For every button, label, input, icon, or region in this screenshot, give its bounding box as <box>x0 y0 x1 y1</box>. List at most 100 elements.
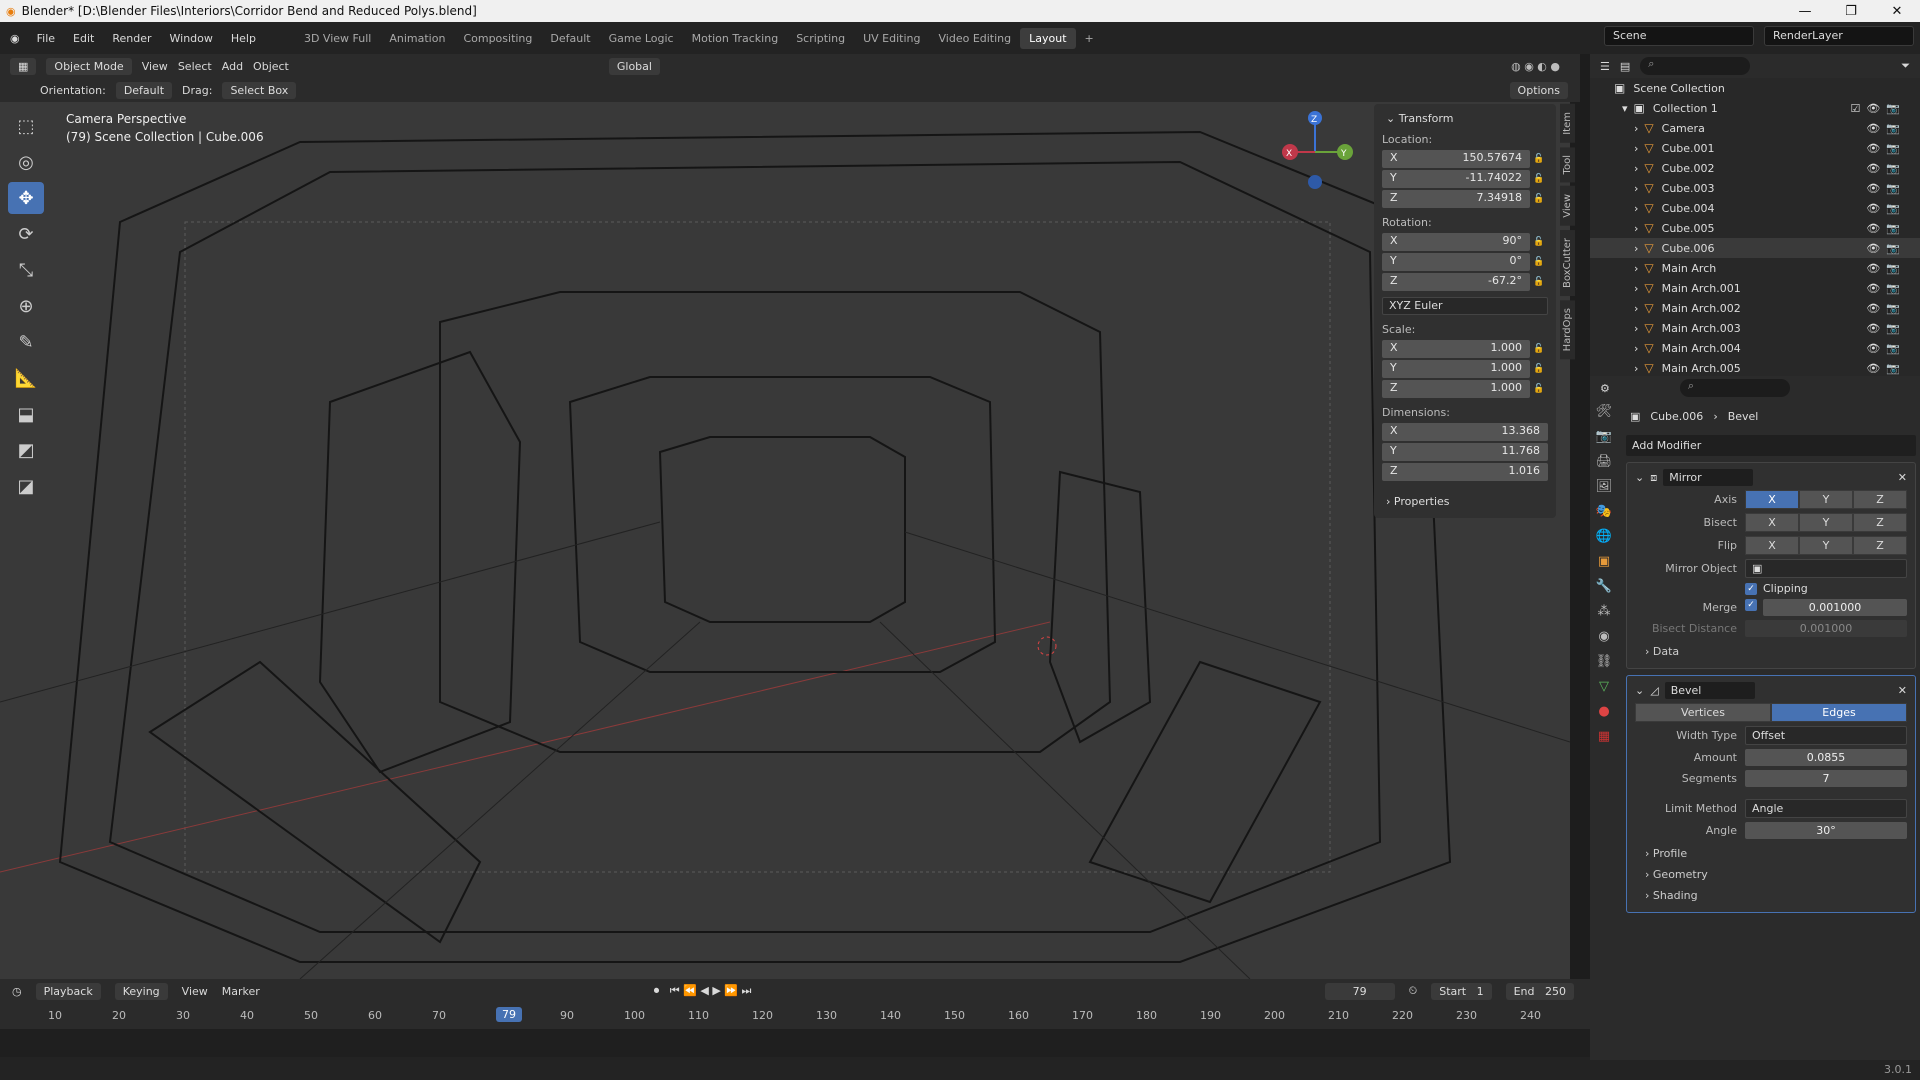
visibility-icons[interactable]: 👁📷 <box>1866 282 1906 295</box>
outliner-item[interactable]: › ▽ Main Arch.004 👁📷 <box>1590 338 1920 358</box>
collapse-arrow-icon[interactable]: ⌄ <box>1635 471 1644 484</box>
width-type-dropdown[interactable]: Offset <box>1745 726 1907 745</box>
flip-x-toggle[interactable]: X <box>1745 536 1799 555</box>
clipping-checkbox[interactable]: ✓ <box>1745 582 1757 595</box>
merge-field[interactable]: 0.001000 <box>1763 599 1907 616</box>
expand-arrow-icon[interactable]: › <box>1634 222 1638 235</box>
scale-y-field[interactable]: Y 1.000 <box>1382 360 1530 378</box>
close-icon[interactable]: ✕ <box>1898 471 1907 484</box>
editor-type-icon[interactable]: ▦ <box>10 57 37 75</box>
visibility-icons[interactable]: 👁📷 <box>1866 242 1906 255</box>
render-tab-icon[interactable]: 📷 <box>1596 429 1612 444</box>
scale-x-field[interactable]: X 1.000 <box>1382 340 1530 358</box>
close-window-button[interactable]: ✕ <box>1874 4 1920 19</box>
transform-header[interactable]: ⌄ Transform <box>1386 112 1548 125</box>
lock-icon[interactable]: 🔓 <box>1530 344 1548 354</box>
drag-dropdown[interactable]: Select Box <box>222 81 297 99</box>
expand-arrow-icon[interactable]: › <box>1634 282 1638 295</box>
scene-collection-row[interactable]: ▣ Scene Collection <box>1590 78 1920 98</box>
menu-select[interactable]: Select <box>178 60 212 73</box>
expand-arrow-icon[interactable]: › <box>1634 322 1638 335</box>
location-x-field[interactable]: X 150.57674 <box>1382 150 1530 168</box>
transform-orientation-dropdown[interactable]: Global <box>608 57 660 75</box>
close-icon[interactable]: ✕ <box>1898 684 1907 697</box>
visibility-icons[interactable]: 👁📷 <box>1866 222 1906 235</box>
scene-field[interactable]: Scene <box>1604 26 1754 46</box>
rotate-tool-icon[interactable]: ⟳ <box>8 218 44 250</box>
playback-menu[interactable]: Playback <box>35 982 101 1000</box>
bisect-y-toggle[interactable]: Y <box>1799 513 1853 532</box>
axis-z-toggle[interactable]: Z <box>1853 490 1907 509</box>
move-tool-icon[interactable]: ✥ <box>8 182 44 214</box>
mirror-name-field[interactable]: Mirror <box>1663 469 1754 486</box>
expand-arrow-icon[interactable]: › <box>1634 122 1638 135</box>
geometry-subpanel[interactable]: › Geometry <box>1635 864 1907 885</box>
outliner-item[interactable]: › ▽ Cube.005 👁📷 <box>1590 218 1920 238</box>
lock-icon[interactable]: 🔓 <box>1530 277 1548 287</box>
location-z-field[interactable]: Z 7.34918 <box>1382 190 1530 208</box>
properties-header[interactable]: › Properties <box>1386 495 1548 508</box>
limit-method-dropdown[interactable]: Angle <box>1745 799 1907 818</box>
tab-uv-editing[interactable]: UV Editing <box>854 28 929 49</box>
keying-menu[interactable]: Keying <box>114 982 168 1000</box>
visibility-icons[interactable]: 👁📷 <box>1866 262 1906 275</box>
vertices-toggle[interactable]: Vertices <box>1635 703 1771 722</box>
visibility-icons[interactable]: 👁📷 <box>1866 122 1906 135</box>
view-layer-tab-icon[interactable]: 🖼 <box>1596 479 1613 494</box>
blender-menu-icon[interactable]: ◉ <box>10 32 20 45</box>
visibility-icons[interactable]: 👁📷 <box>1866 362 1906 375</box>
hardops-tool-icon[interactable]: ◪ <box>8 470 44 502</box>
tab-game-logic[interactable]: Game Logic <box>600 28 683 49</box>
minimize-button[interactable]: — <box>1782 4 1828 19</box>
playback-controls[interactable]: ⏺ ⏮ ⏪ ◀ ▶ ⏩ ⏭ <box>654 984 752 998</box>
expand-arrow-icon[interactable]: › <box>1634 182 1638 195</box>
lock-icon[interactable]: 🔓 <box>1530 154 1548 164</box>
maximize-button[interactable]: ❐ <box>1828 4 1874 19</box>
modifier-tab-icon[interactable]: 🔧 <box>1596 579 1612 594</box>
boxcutter-tool-icon[interactable]: ◩ <box>8 434 44 466</box>
tab-video-editing[interactable]: Video Editing <box>930 28 1021 49</box>
timeline-editor-icon[interactable]: ◷ <box>12 985 22 998</box>
transform-tool-icon[interactable]: ⊕ <box>8 290 44 322</box>
current-frame-field[interactable]: 79 <box>1324 982 1395 1000</box>
flip-y-toggle[interactable]: Y <box>1799 536 1853 555</box>
tool-tab-icon[interactable]: 🛠 <box>1596 404 1613 419</box>
visibility-icons[interactable]: 👁📷 <box>1866 342 1906 355</box>
angle-field[interactable]: 30° <box>1745 822 1907 839</box>
properties-search-input[interactable]: ⌕ <box>1679 379 1790 397</box>
start-frame-field[interactable]: Start 1 <box>1431 982 1492 1000</box>
outliner-item[interactable]: › ▽ Main Arch 👁📷 <box>1590 258 1920 278</box>
outliner-item[interactable]: › ▽ Main Arch.002 👁📷 <box>1590 298 1920 318</box>
tab-default[interactable]: Default <box>541 28 599 49</box>
outliner-item[interactable]: › ▽ Cube.006 👁📷 <box>1590 238 1920 258</box>
menu-view[interactable]: View <box>142 60 168 73</box>
tab-hardops[interactable]: HardOps <box>1560 299 1575 360</box>
filter-icon[interactable]: ⏷ <box>1901 59 1910 73</box>
outliner-search-input[interactable]: ⌕ <box>1640 57 1751 75</box>
select-box-tool-icon[interactable]: ⬚ <box>8 110 44 142</box>
scene-tab-icon[interactable]: 🎭 <box>1596 504 1612 519</box>
location-y-field[interactable]: Y -11.74022 <box>1382 170 1530 188</box>
options-dropdown[interactable]: Options <box>1509 81 1568 99</box>
visibility-icons[interactable]: 👁📷 <box>1866 162 1906 175</box>
timeline-ruler[interactable]: 10 20 30 40 50 60 70 79 90 100 110 120 130 140 150 160 1… <box>0 1003 1590 1029</box>
current-frame-marker[interactable]: 79 <box>496 1007 522 1022</box>
outliner-item[interactable]: › ▽ Main Arch.005 👁📷 <box>1590 358 1920 378</box>
merge-checkbox[interactable]: ✓ <box>1745 599 1757 611</box>
output-tab-icon[interactable]: 🖨 <box>1596 454 1613 469</box>
menu-help[interactable]: Help <box>222 32 265 45</box>
shading-icons[interactable]: ◍ ◉ ◐ ● <box>1511 60 1560 73</box>
visibility-icons[interactable]: 👁📷 <box>1866 322 1906 335</box>
menu-add[interactable]: Add <box>222 60 243 73</box>
mirror-object-field[interactable]: ▣ <box>1745 559 1907 578</box>
collection-row[interactable]: ▾ ▣ Collection 1 ☑👁📷 <box>1590 98 1920 118</box>
timeline-track[interactable] <box>0 1029 1590 1057</box>
physics-tab-icon[interactable]: ◉ <box>1598 629 1609 644</box>
orientation-dropdown[interactable]: Default <box>115 81 173 99</box>
render-layer-field[interactable]: RenderLayer <box>1764 26 1914 46</box>
marker-menu[interactable]: Marker <box>222 985 260 998</box>
lock-icon[interactable]: 🔓 <box>1530 257 1548 267</box>
mode-dropdown[interactable]: Object Mode <box>46 57 132 75</box>
menu-render[interactable]: Render <box>103 32 160 45</box>
tab-item[interactable]: Item <box>1560 104 1575 143</box>
